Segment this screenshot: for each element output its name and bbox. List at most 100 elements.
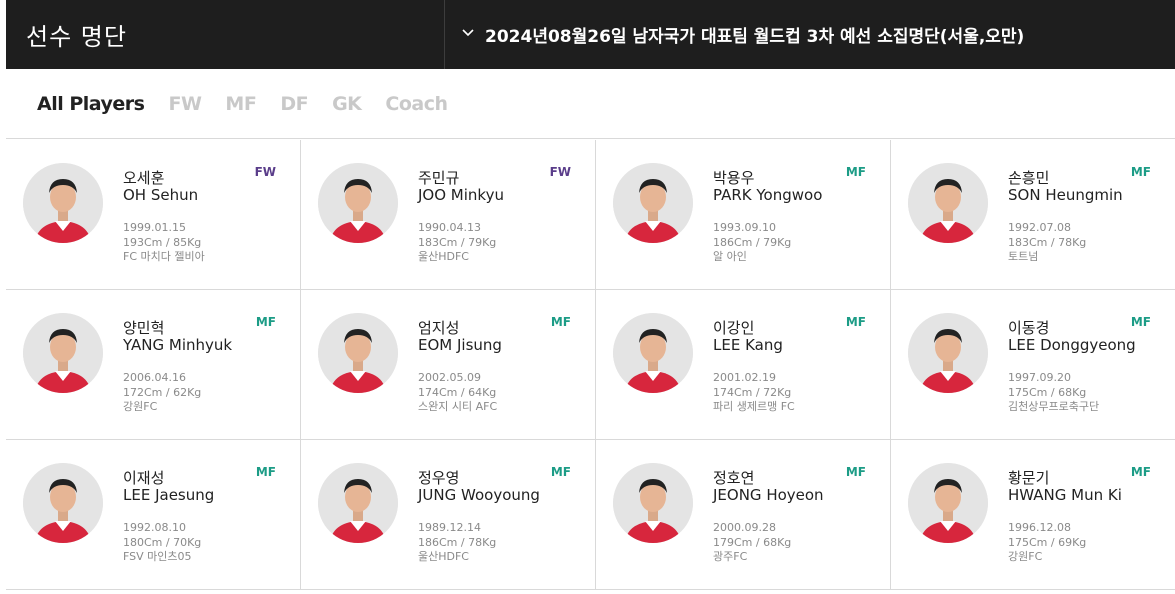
player-photo-icon — [23, 463, 103, 543]
player-card[interactable]: 이강인 LEE Kang MF 2001.02.19 174Cm / 72Kg 파리 생제… — [596, 290, 891, 440]
club-name: FSV 마인츠05 — [123, 550, 192, 563]
birth-date: 2002.05.09 — [418, 371, 481, 384]
player-card[interactable]: 엄지성 EOM Jisung MF 2002.05.09 174Cm / 64Kg 스완지… — [301, 290, 596, 440]
player-name-english: SON Heungmin — [1008, 186, 1123, 204]
player-name-english: PARK Yongwoo — [713, 186, 823, 204]
player-card[interactable]: 황문기 HWANG Mun Ki MF 1996.12.08 175Cm / 69Kg 강… — [891, 440, 1175, 590]
player-card[interactable]: 양민혁 YANG Minhyuk MF 2006.04.16 172Cm / 62Kg 강… — [6, 290, 301, 440]
player-avatar — [613, 463, 693, 543]
position-badge: MF — [550, 465, 571, 479]
player-photo-icon — [908, 463, 988, 543]
player-name-english: JEONG Hoyeon — [713, 486, 824, 504]
height-weight: 175Cm / 69Kg — [1008, 535, 1087, 549]
height-weight: 179Cm / 68Kg — [713, 535, 792, 549]
player-avatar — [318, 163, 398, 243]
birth-date: 1996.12.08 — [1008, 521, 1071, 534]
height-weight: 183Cm / 79Kg — [418, 235, 497, 249]
birth-date: 1990.04.13 — [418, 221, 481, 234]
player-info: 1992.08.10 180Cm / 70Kg FSV 마인츠05 — [123, 521, 201, 565]
player-card[interactable]: 주민규 JOO Minkyu FW 1990.04.13 183Cm / 79Kg 울산H… — [301, 140, 596, 290]
player-name-english: HWANG Mun Ki — [1008, 486, 1122, 504]
player-grid: 오세훈 OH Sehun FW 1999.01.15 193Cm / 85Kg FC 마치… — [6, 140, 1175, 590]
filter-tab-all[interactable]: All Players — [37, 93, 145, 115]
filter-tab-fw[interactable]: FW — [168, 93, 201, 115]
player-name-english: JUNG Wooyoung — [418, 486, 540, 504]
player-name-english: LEE Donggyeong — [1008, 336, 1136, 354]
club-name: 강원FC — [123, 400, 158, 413]
club-name: 알 아인 — [713, 250, 747, 263]
player-info: 2000.09.28 179Cm / 68Kg 광주FC — [713, 521, 791, 565]
position-filter-bar: All Players FW MF DF GK Coach — [6, 69, 1175, 139]
player-name-korean: 이강인 — [713, 319, 755, 337]
player-name-english: LEE Kang — [713, 336, 783, 354]
height-weight: 193Cm / 85Kg — [123, 235, 202, 249]
player-card[interactable]: 오세훈 OH Sehun FW 1999.01.15 193Cm / 85Kg FC 마치… — [6, 140, 301, 290]
player-card[interactable]: 박용우 PARK Yongwoo MF 1993.09.10 186Cm / 79Kg 알… — [596, 140, 891, 290]
player-name-english: JOO Minkyu — [418, 186, 504, 204]
birth-date: 1999.01.15 — [123, 221, 186, 234]
player-avatar — [23, 463, 103, 543]
player-info: 1999.01.15 193Cm / 85Kg FC 마치다 젤비아 — [123, 221, 205, 265]
birth-date: 2001.02.19 — [713, 371, 776, 384]
player-name-korean: 이재성 — [123, 469, 165, 487]
player-name-korean: 주민규 — [418, 169, 460, 187]
filter-tab-mf[interactable]: MF — [225, 93, 256, 115]
filter-tab-gk[interactable]: GK — [332, 93, 362, 115]
player-info: 1997.09.20 175Cm / 68Kg 김천상무프로축구단 — [1008, 371, 1099, 415]
player-name-korean: 정호연 — [713, 469, 755, 487]
squad-select-label: 2024년08월26일 남자국가 대표팀 월드컵 3차 예선 소집명단(서울,오… — [485, 27, 1025, 47]
player-name-korean: 양민혁 — [123, 319, 165, 337]
chevron-down-icon — [462, 28, 474, 36]
club-name: 파리 생제르맹 FC — [713, 400, 795, 413]
filter-tab-df[interactable]: DF — [280, 93, 308, 115]
height-weight: 174Cm / 72Kg — [713, 385, 792, 399]
player-photo-icon — [613, 463, 693, 543]
page: 선수 명단 2024년08월26일 남자국가 대표팀 월드컵 3차 예선 소집명… — [0, 0, 1175, 594]
height-weight: 174Cm / 64Kg — [418, 385, 497, 399]
player-photo-icon — [23, 163, 103, 243]
position-badge: MF — [845, 315, 866, 329]
header-bar: 선수 명단 2024년08월26일 남자국가 대표팀 월드컵 3차 예선 소집명… — [6, 0, 1175, 69]
club-name: FC 마치다 젤비아 — [123, 250, 205, 263]
player-card[interactable]: 이동경 LEE Donggyeong MF 1997.09.20 175Cm / 68K… — [891, 290, 1175, 440]
position-badge: MF — [845, 165, 866, 179]
player-photo-icon — [318, 313, 398, 393]
club-name: 울산HDFC — [418, 550, 469, 563]
height-weight: 180Cm / 70Kg — [123, 535, 202, 549]
player-info: 2002.05.09 174Cm / 64Kg 스완지 시티 AFC — [418, 371, 497, 415]
squad-select[interactable]: 2024년08월26일 남자국가 대표팀 월드컵 3차 예선 소집명단(서울,오… — [445, 0, 1175, 69]
position-badge: MF — [550, 315, 571, 329]
player-card[interactable]: 정호연 JEONG Hoyeon MF 2000.09.28 179Cm / 68Kg 광… — [596, 440, 891, 590]
player-photo-icon — [318, 163, 398, 243]
player-info: 1996.12.08 175Cm / 69Kg 강원FC — [1008, 521, 1086, 565]
player-info: 1989.12.14 186Cm / 78Kg 울산HDFC — [418, 521, 496, 565]
birth-date: 2000.09.28 — [713, 521, 776, 534]
club-name: 김천상무프로축구단 — [1008, 400, 1100, 413]
player-name-english: YANG Minhyuk — [123, 336, 233, 354]
player-card[interactable]: 정우영 JUNG Wooyoung MF 1989.12.14 186Cm / 78Kg… — [301, 440, 596, 590]
player-card[interactable]: 이재성 LEE Jaesung MF 1992.08.10 180Cm / 70Kg FS… — [6, 440, 301, 590]
player-avatar — [613, 163, 693, 243]
player-avatar — [318, 463, 398, 543]
player-info: 1992.07.08 183Cm / 78Kg 토트넘 — [1008, 221, 1086, 265]
club-name: 울산HDFC — [418, 250, 469, 263]
player-info: 2006.04.16 172Cm / 62Kg 강원FC — [123, 371, 201, 415]
player-photo-icon — [613, 163, 693, 243]
player-photo-icon — [908, 163, 988, 243]
player-name-korean: 손흥민 — [1008, 169, 1050, 187]
player-avatar — [23, 313, 103, 393]
player-card[interactable]: 손흥민 SON Heungmin MF 1992.07.08 183Cm / 78Kg 토… — [891, 140, 1175, 290]
player-name-korean: 황문기 — [1008, 469, 1050, 487]
player-info: 1993.09.10 186Cm / 79Kg 알 아인 — [713, 221, 791, 265]
player-info: 2001.02.19 174Cm / 72Kg 파리 생제르맹 FC — [713, 371, 795, 415]
birth-date: 2006.04.16 — [123, 371, 186, 384]
filter-tab-coach[interactable]: Coach — [385, 93, 448, 115]
player-name-korean: 엄지성 — [418, 319, 460, 337]
player-photo-icon — [318, 463, 398, 543]
player-avatar — [908, 163, 988, 243]
birth-date: 1989.12.14 — [418, 521, 481, 534]
height-weight: 186Cm / 79Kg — [713, 235, 792, 249]
club-name: 토트넘 — [1008, 250, 1039, 263]
player-avatar — [318, 313, 398, 393]
player-name-korean: 정우영 — [418, 469, 460, 487]
